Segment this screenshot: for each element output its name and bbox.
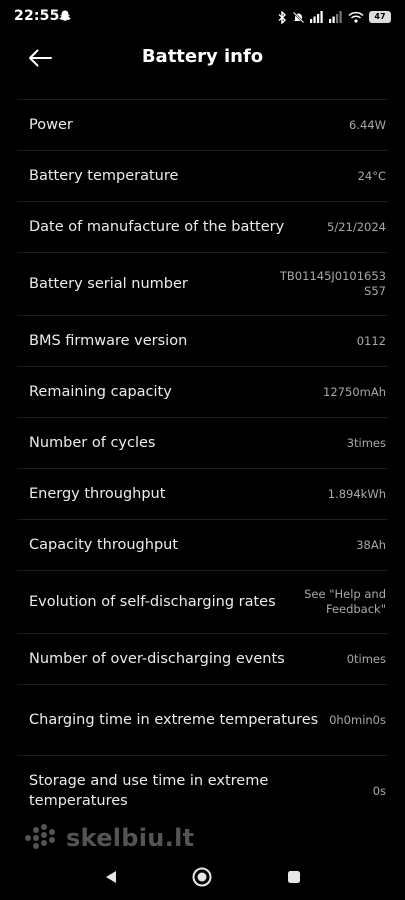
nav-recents-button[interactable] (283, 866, 305, 888)
home-circle-icon (192, 867, 212, 887)
row-energy-throughput[interactable]: Energy throughput 1.894kWh (17, 468, 388, 519)
battery-info-list: Power 6.44W Battery temperature 24°C Dat… (17, 99, 388, 826)
row-label: Number of over-discharging events (29, 651, 285, 667)
row-value: TB01145J0101653S57 (279, 269, 386, 298)
row-label: Battery temperature (29, 168, 179, 184)
row-storage-use-time-extreme-temperatures[interactable]: Storage and use time in extreme temperat… (17, 755, 388, 826)
row-bms-firmware-version[interactable]: BMS firmware version 0112 (17, 315, 388, 366)
row-value: 3times (346, 435, 386, 450)
back-triangle-icon (106, 871, 116, 883)
row-battery-serial-number[interactable]: Battery serial number TB01145J0101653S57 (17, 252, 388, 315)
status-icons: 47 (278, 10, 391, 24)
row-remaining-capacity[interactable]: Remaining capacity 12750mAh (17, 366, 388, 417)
bluetooth-icon (278, 10, 287, 24)
row-value: 12750mAh (323, 384, 386, 399)
nav-home-button[interactable] (191, 866, 213, 888)
row-capacity-throughput[interactable]: Capacity throughput 38Ah (17, 519, 388, 570)
row-over-discharging-events[interactable]: Number of over-discharging events 0times (17, 633, 388, 684)
status-time: 22:55 (14, 8, 60, 24)
status-bar: 22:55 47 (0, 0, 405, 34)
row-number-of-cycles[interactable]: Number of cycles 3times (17, 417, 388, 468)
page-title: Battery info (141, 46, 264, 67)
row-label: Power (29, 117, 73, 133)
row-label: Number of cycles (29, 435, 156, 451)
row-label: Date of manufacture of the battery (29, 219, 285, 235)
row-value: 5/21/2024 (327, 219, 386, 234)
battery-icon: 47 (369, 11, 391, 23)
row-label: Capacity throughput (29, 537, 179, 553)
row-label: BMS firmware version (29, 333, 188, 349)
watermark-text: skelbiu.lt (66, 824, 195, 852)
row-value: 0h0min0s (329, 712, 386, 727)
row-self-discharging-rates[interactable]: Evolution of self-discharging rates See … (17, 570, 388, 633)
snapchat-icon (59, 10, 71, 21)
row-value: 24°C (357, 168, 386, 183)
row-label: Charging time in extreme temperatures (29, 712, 319, 728)
row-value: 0112 (356, 333, 386, 348)
row-value: 0s (372, 783, 386, 798)
row-battery-temperature[interactable]: Battery temperature 24°C (17, 150, 388, 201)
row-power[interactable]: Power 6.44W (17, 99, 388, 150)
navigation-bar (0, 852, 405, 900)
mute-icon (292, 11, 305, 23)
battery-info-screen: 22:55 47 Battery info Power 6.44W Batter… (0, 0, 405, 900)
row-date-of-manufacture[interactable]: Date of manufacture of the battery 5/21/… (17, 201, 388, 252)
header: Battery info (0, 34, 405, 82)
skelbiu-logo-icon (25, 824, 55, 849)
row-value: 38Ah (356, 537, 386, 552)
signal-icon (329, 11, 342, 23)
row-value: 0times (346, 651, 386, 666)
wifi-icon (348, 11, 364, 23)
row-label: Energy throughput (29, 486, 166, 502)
recents-square-icon (288, 871, 300, 883)
nav-back-button[interactable] (100, 866, 122, 888)
row-label: Storage and use time in extreme temperat… (29, 773, 269, 809)
row-charging-time-extreme-temperatures[interactable]: Charging time in extreme temperatures 0h… (17, 684, 388, 755)
signal-icon (310, 11, 323, 23)
row-value: 6.44W (349, 117, 386, 132)
row-value: 1.894kWh (327, 486, 386, 501)
row-label: Remaining capacity (29, 384, 172, 400)
row-label: Evolution of self-discharging rates (29, 594, 276, 610)
row-label: Battery serial number (29, 276, 188, 292)
row-value: See "Help and Feedback" (304, 587, 386, 616)
watermark: skelbiu.lt (24, 823, 194, 853)
